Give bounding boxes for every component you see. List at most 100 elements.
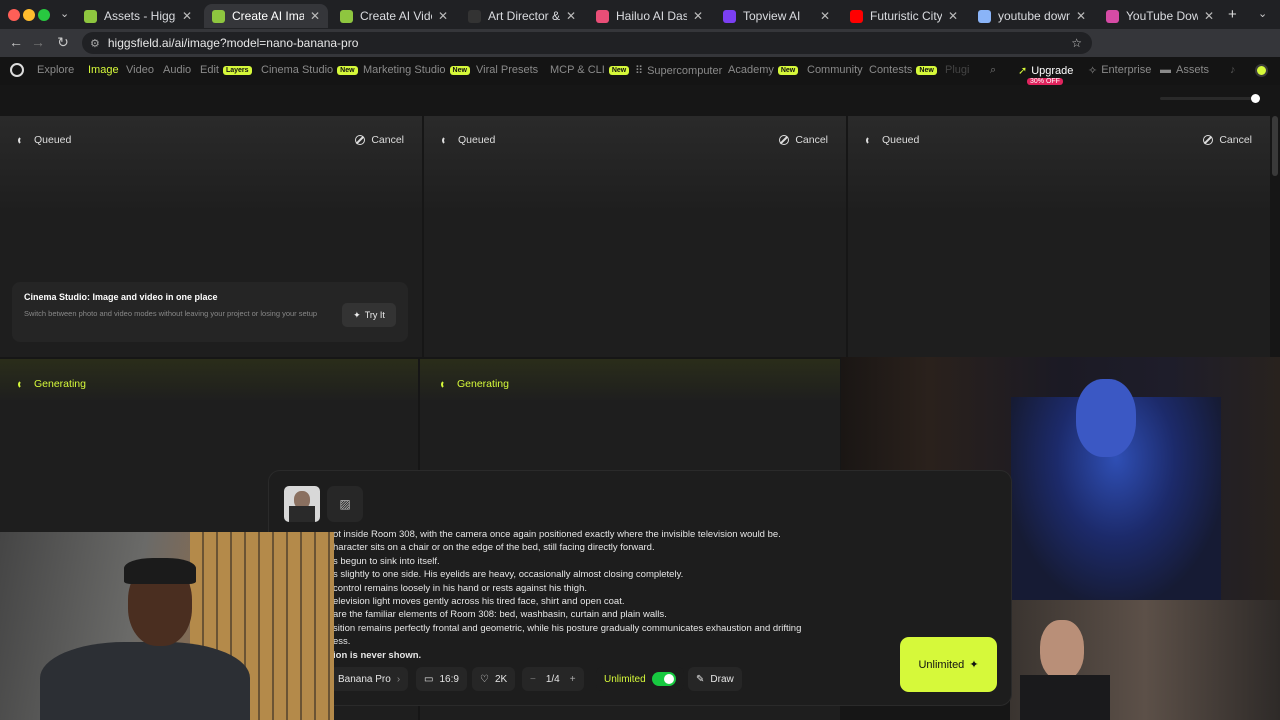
assets-link[interactable]: ▬ Assets bbox=[1160, 64, 1209, 76]
browser-toolbar: ← → ↻ ⚙ higgsfield.ai/ai/image?model=nan… bbox=[0, 29, 1280, 78]
folder-icon: ▬ bbox=[1160, 64, 1171, 76]
nav-item[interactable]: MCP & CLI New bbox=[550, 64, 630, 76]
toggle-switch[interactable] bbox=[651, 672, 676, 686]
close-tab-icon[interactable]: ✕ bbox=[438, 9, 448, 23]
forward-icon[interactable]: → bbox=[26, 34, 50, 50]
reference-image-thumbnail[interactable] bbox=[284, 486, 320, 522]
browser-tab[interactable]: Hailuo AI Dashboard ✕ bbox=[588, 4, 711, 28]
enterprise-link[interactable]: ✧ Enterprise bbox=[1088, 64, 1151, 77]
nav-item[interactable]: Plugi bbox=[945, 64, 969, 76]
close-tab-icon[interactable]: ✕ bbox=[182, 9, 192, 23]
nav-item[interactable]: Marketing Studio New bbox=[363, 64, 470, 76]
nav-item[interactable]: Contests New bbox=[869, 64, 937, 76]
bookmark-star-icon[interactable]: ☆ bbox=[1071, 36, 1082, 50]
unlimited-toggle[interactable]: Unlimited bbox=[596, 667, 684, 691]
close-tab-icon[interactable]: ✕ bbox=[310, 9, 320, 23]
prompt-line[interactable]: ot inside Room 308, with the camera once… bbox=[333, 529, 781, 540]
browser-tab[interactable]: Assets - Higgsfield ✕ bbox=[76, 4, 200, 28]
scrollbar-thumb[interactable] bbox=[1272, 116, 1278, 176]
prompt-line[interactable]: ess. bbox=[333, 636, 350, 647]
browser-tab[interactable]: youtube download o ✕ bbox=[970, 4, 1094, 28]
nav-badge: New bbox=[337, 65, 358, 75]
close-tab-icon[interactable]: ✕ bbox=[820, 9, 830, 23]
queued-status: Queued bbox=[866, 134, 919, 146]
nav-item[interactable]: Video bbox=[126, 64, 154, 76]
heart-icon: ♡ bbox=[480, 673, 489, 685]
zoom-slider-knob[interactable] bbox=[1251, 94, 1260, 103]
browser-tab[interactable]: Create AI Images fro ✕ bbox=[204, 4, 328, 28]
loading-spinner-icon bbox=[18, 379, 27, 389]
tab-favicon-icon bbox=[723, 9, 736, 23]
higgsfield-logo[interactable] bbox=[10, 63, 24, 77]
generated-image-second[interactable] bbox=[1010, 600, 1280, 720]
nav-item[interactable]: Academy New bbox=[728, 64, 799, 76]
toggle-knob bbox=[663, 674, 674, 684]
site-info-icon[interactable]: ⚙ bbox=[90, 37, 100, 50]
prompt-line[interactable]: haracter sits on a chair or on the edge … bbox=[333, 542, 655, 553]
browser-tab[interactable]: YouTube Downloader ✕ bbox=[1098, 4, 1222, 28]
prompt-line[interactable]: ion is never shown. bbox=[333, 650, 421, 661]
nav-badge: New bbox=[916, 65, 937, 75]
sparkle-icon: ✦ bbox=[353, 309, 361, 320]
cancel-button[interactable]: Cancel bbox=[355, 134, 404, 146]
prompt-line[interactable]: s begun to sink into itself. bbox=[333, 556, 440, 567]
minimize-window-button[interactable] bbox=[23, 9, 35, 21]
tab-favicon-icon bbox=[340, 9, 353, 23]
tab-search-icon[interactable]: ⌄ bbox=[1258, 7, 1267, 20]
cancel-button[interactable]: Cancel bbox=[1203, 134, 1252, 146]
tab-favicon-icon bbox=[978, 9, 991, 23]
prompt-line[interactable]: are the familiar elements of Room 308: b… bbox=[333, 609, 667, 620]
prompt-line[interactable]: sition remains perfectly frontal and geo… bbox=[333, 623, 801, 634]
avatar[interactable] bbox=[1255, 64, 1268, 77]
add-image-button[interactable]: ▨ bbox=[327, 486, 363, 522]
nav-item[interactable]: Image bbox=[88, 64, 119, 76]
person-torso bbox=[40, 642, 250, 720]
sparkle-icon: ✧ bbox=[1088, 65, 1098, 77]
figure-head bbox=[1040, 620, 1084, 680]
nav-item[interactable]: Audio bbox=[163, 64, 191, 76]
nav-item[interactable]: ⠿ Supercomputer bbox=[635, 64, 722, 78]
prompt-line[interactable]: elevision light moves gently across his … bbox=[333, 596, 625, 607]
upgrade-button[interactable]: ➚ Upgrade bbox=[1018, 64, 1073, 78]
nav-badge: New bbox=[449, 65, 470, 75]
close-tab-icon[interactable]: ✕ bbox=[1204, 9, 1214, 23]
nav-item[interactable]: Cinema Studio New bbox=[261, 64, 358, 76]
quality-selector[interactable]: ♡ 2K bbox=[472, 667, 516, 691]
reload-icon[interactable]: ↻ bbox=[51, 34, 75, 51]
close-tab-icon[interactable]: ✕ bbox=[948, 9, 958, 23]
address-bar[interactable]: ⚙ higgsfield.ai/ai/image?model=nano-bana… bbox=[82, 32, 1092, 54]
nav-item[interactable]: Viral Presets bbox=[476, 64, 538, 76]
try-it-button[interactable]: ✦ Try It bbox=[342, 303, 396, 327]
notification-bell-icon[interactable]: ♪ bbox=[1230, 64, 1236, 76]
zoom-window-button[interactable] bbox=[38, 9, 50, 21]
browser-tab[interactable]: Futuristic City Ambie ✕ bbox=[842, 4, 966, 28]
browser-tab[interactable]: Art Director & AI Cre ✕ bbox=[460, 4, 584, 28]
nav-item[interactable]: Edit Layers bbox=[200, 64, 252, 76]
queued-card-3: Queued Cancel bbox=[848, 116, 1270, 357]
nav-item[interactable]: Explore bbox=[37, 64, 74, 76]
prompt-line[interactable]: s slightly to one side. His eyelids are … bbox=[333, 569, 683, 580]
tab-title: YouTube Downloader bbox=[1126, 9, 1198, 23]
queued-status: Queued bbox=[442, 134, 495, 146]
generate-button[interactable]: Unlimited ✦ bbox=[900, 637, 997, 692]
draw-button[interactable]: ✎ Draw bbox=[688, 667, 742, 691]
close-tab-icon[interactable]: ✕ bbox=[566, 9, 576, 23]
aspect-ratio-selector[interactable]: ▭ 16:9 bbox=[416, 667, 467, 691]
tab-list-icon[interactable]: ⌄ bbox=[60, 7, 69, 20]
nav-item[interactable]: Community bbox=[807, 64, 863, 76]
new-tab-button[interactable]: + bbox=[1228, 6, 1237, 23]
browser-tab[interactable]: Create AI Videos fro ✕ bbox=[332, 4, 456, 28]
close-window-button[interactable] bbox=[8, 9, 20, 21]
cancel-button[interactable]: Cancel bbox=[779, 134, 828, 146]
batch-count-stepper[interactable]: − 1/4 + bbox=[522, 667, 584, 691]
browser-tab[interactable]: Topview AI ✕ bbox=[715, 4, 838, 28]
plus-icon[interactable]: + bbox=[570, 674, 576, 685]
search-icon[interactable]: ⌕ bbox=[990, 64, 996, 77]
back-icon[interactable]: ← bbox=[4, 34, 28, 50]
prompt-line[interactable]: control remains loosely in his hand or r… bbox=[333, 583, 587, 594]
minus-icon[interactable]: − bbox=[530, 674, 536, 685]
zoom-slider[interactable] bbox=[1160, 94, 1260, 103]
close-tab-icon[interactable]: ✕ bbox=[693, 9, 703, 23]
close-tab-icon[interactable]: ✕ bbox=[1076, 9, 1086, 23]
model-selector[interactable]: Banana Pro › bbox=[330, 667, 409, 691]
